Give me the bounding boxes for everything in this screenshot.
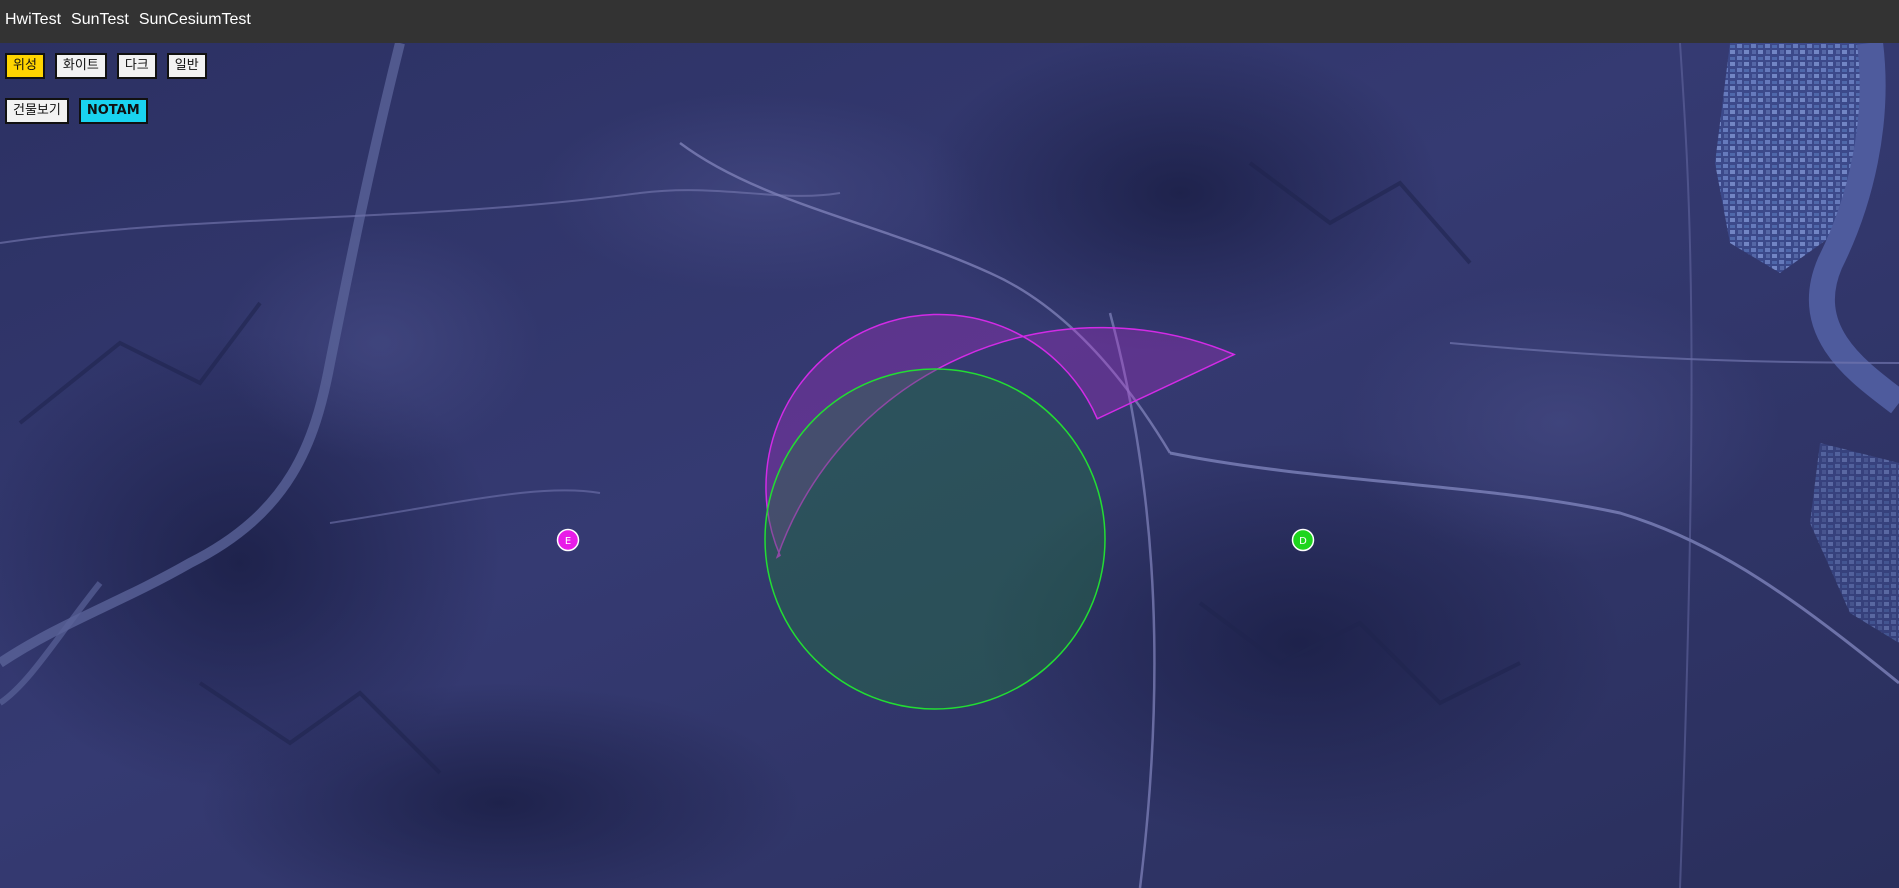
satellite-map-viewport[interactable]: E D 위성 화이트 다크 일반 건물보기 NOTAM (0, 43, 1899, 888)
buildings-toggle-button[interactable]: 건물보기 (5, 98, 69, 124)
terrain-highlight (220, 223, 540, 463)
map-style-general-button[interactable]: 일반 (166, 53, 207, 79)
nav-link-hwitest[interactable]: HwiTest (5, 11, 61, 29)
layer-toggle-buttons: 건물보기 NOTAM (5, 98, 148, 124)
nav-link-suncesiumtest[interactable]: SunCesiumTest (139, 11, 251, 29)
map-style-buttons: 위성 화이트 다크 일반 (5, 53, 207, 79)
nav-link-suntest[interactable]: SunTest (71, 11, 129, 29)
notam-circle-overlay[interactable] (764, 368, 1106, 710)
top-navigation-bar: HwiTest SunTest SunCesiumTest (0, 0, 1899, 44)
map-style-white-button[interactable]: 화이트 (54, 53, 107, 79)
marker-e[interactable]: E (556, 528, 580, 552)
notam-toggle-button[interactable]: NOTAM (78, 98, 148, 124)
marker-d[interactable]: D (1291, 528, 1315, 552)
marker-d-label: D (1299, 536, 1307, 547)
map-style-satellite-button[interactable]: 위성 (5, 53, 45, 79)
terrain-highlight (1340, 283, 1780, 563)
map-canvas[interactable]: E D (0, 43, 1899, 888)
nav-links: HwiTest SunTest SunCesiumTest (5, 11, 251, 29)
marker-e-label: E (565, 536, 571, 547)
terrain-shade (920, 43, 1440, 353)
map-style-dark-button[interactable]: 다크 (116, 53, 157, 79)
